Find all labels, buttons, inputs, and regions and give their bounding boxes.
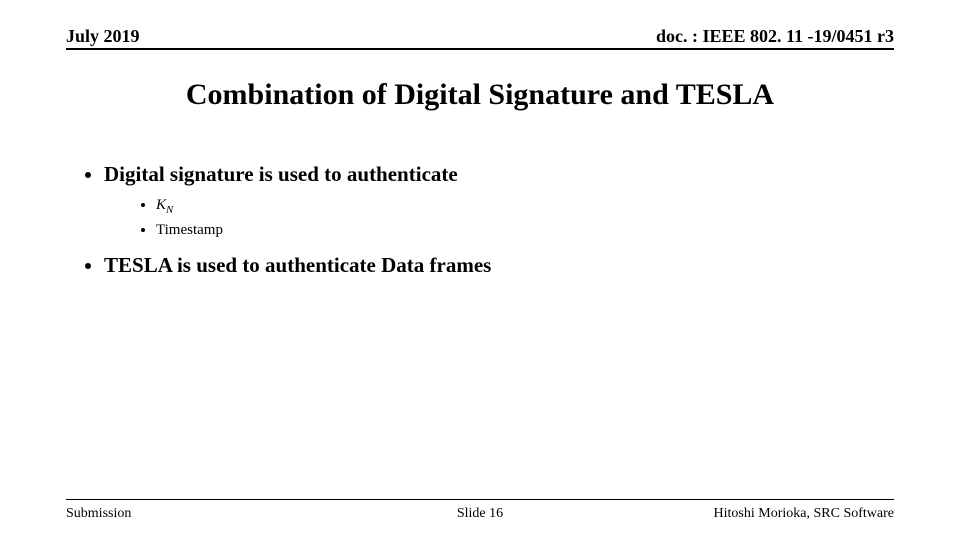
footer: Submission Slide 16 Hitoshi Morioka, SRC…: [66, 506, 894, 522]
header-rule: [66, 48, 894, 50]
bullet-1: Digital signature is used to authenticat…: [104, 160, 882, 241]
bullet-list-level1: Digital signature is used to authenticat…: [78, 160, 882, 279]
header: July 2019 doc. : IEEE 802. 11 -19/0451 r…: [66, 26, 894, 47]
bullet-list-level2: KN Timestamp: [104, 194, 882, 241]
bullet-1-text: Digital signature is used to authenticat…: [104, 162, 458, 186]
bullet-2: TESLA is used to authenticate Data frame…: [104, 251, 882, 279]
footer-rule: [66, 499, 894, 500]
bullet-1a-var: K: [156, 197, 166, 213]
footer-right: Hitoshi Morioka, SRC Software: [714, 506, 894, 522]
header-docref: doc. : IEEE 802. 11 -19/0451 r3: [656, 26, 894, 47]
header-date: July 2019: [66, 26, 140, 47]
slide-title: Combination of Digital Signature and TES…: [0, 78, 960, 112]
bullet-1a-sub: N: [166, 204, 173, 216]
slide-body: Digital signature is used to authenticat…: [78, 160, 882, 285]
footer-left: Submission: [66, 506, 131, 522]
bullet-1a: KN: [156, 194, 882, 218]
bullet-1b: Timestamp: [156, 219, 882, 242]
slide: July 2019 doc. : IEEE 802. 11 -19/0451 r…: [0, 0, 960, 540]
